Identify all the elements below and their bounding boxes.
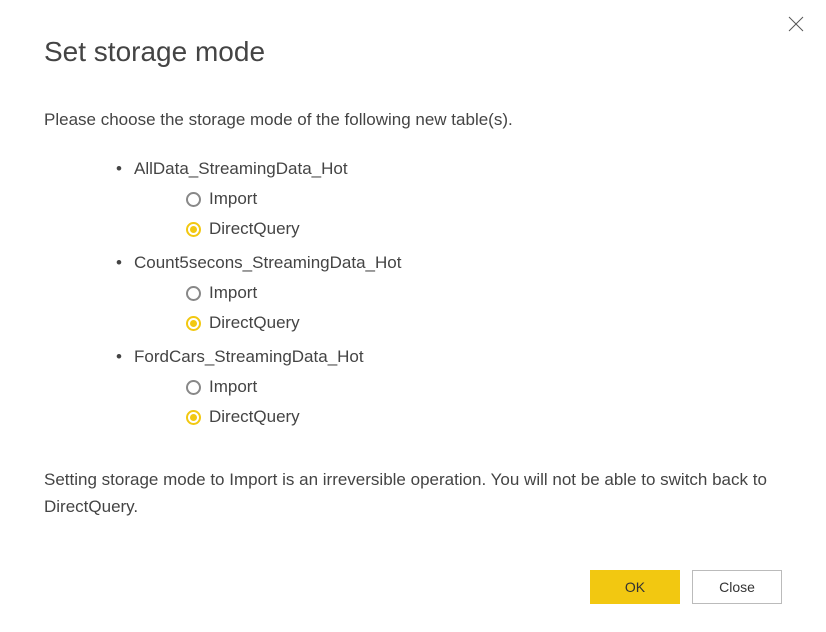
dialog-buttons: OK Close [590,570,782,604]
radio-icon [186,316,201,331]
radio-label: DirectQuery [209,308,300,338]
warning-text: Setting storage mode to Import is an irr… [44,466,782,520]
set-storage-mode-dialog: Set storage mode Please choose the stora… [0,0,826,632]
dialog-title: Set storage mode [44,36,782,68]
radio-option-directquery[interactable]: DirectQuery [186,308,782,338]
radio-label: DirectQuery [209,214,300,244]
radio-option-import[interactable]: Import [186,278,782,308]
storage-options: Import DirectQuery [134,372,782,432]
tables-list: AllData_StreamingData_Hot Import DirectQ… [44,154,782,436]
table-block: AllData_StreamingData_Hot Import DirectQ… [134,154,782,244]
storage-options: Import DirectQuery [134,278,782,338]
storage-options: Import DirectQuery [134,184,782,244]
table-name: FordCars_StreamingData_Hot [134,342,782,372]
table-block: FordCars_StreamingData_Hot Import Direct… [134,342,782,432]
close-icon[interactable] [786,14,806,34]
table-name: Count5secons_StreamingData_Hot [134,248,782,278]
ok-button[interactable]: OK [590,570,680,604]
radio-option-import[interactable]: Import [186,184,782,214]
instruction-text: Please choose the storage mode of the fo… [44,110,782,130]
table-name: AllData_StreamingData_Hot [134,154,782,184]
radio-option-directquery[interactable]: DirectQuery [186,402,782,432]
radio-label: Import [209,278,257,308]
radio-option-directquery[interactable]: DirectQuery [186,214,782,244]
table-block: Count5secons_StreamingData_Hot Import Di… [134,248,782,338]
radio-icon [186,380,201,395]
radio-icon [186,286,201,301]
radio-option-import[interactable]: Import [186,372,782,402]
radio-label: DirectQuery [209,402,300,432]
radio-icon [186,192,201,207]
close-button[interactable]: Close [692,570,782,604]
radio-label: Import [209,184,257,214]
radio-icon [186,222,201,237]
radio-label: Import [209,372,257,402]
radio-icon [186,410,201,425]
